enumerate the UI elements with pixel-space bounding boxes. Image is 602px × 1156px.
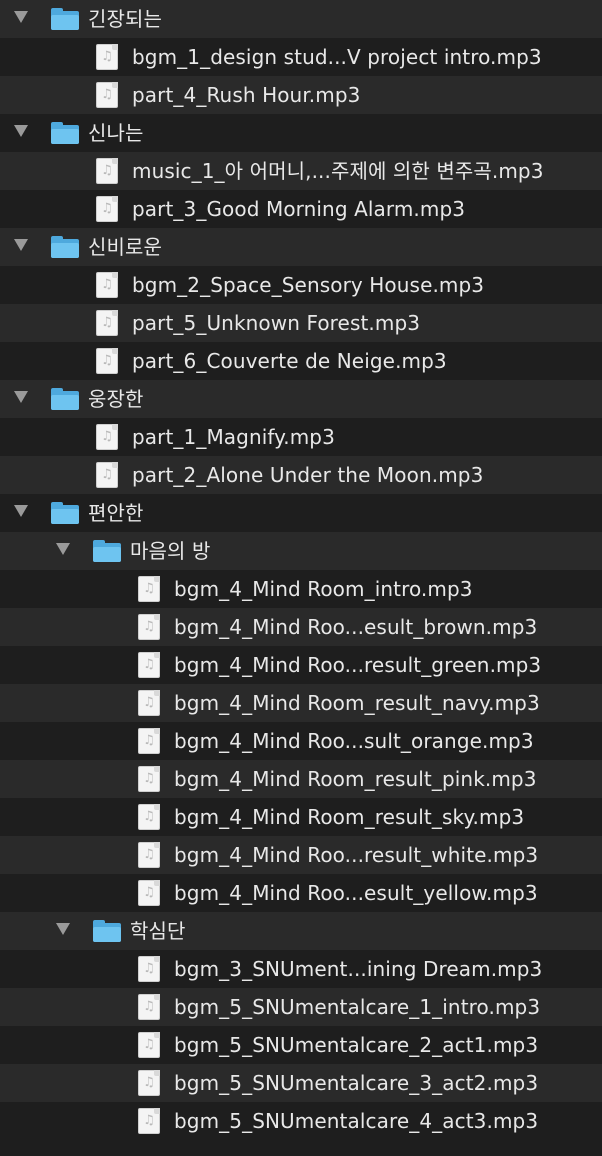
file-row[interactable]: ♫ bgm_5_SNUmentalcare_1_intro.mp3	[0, 988, 602, 1026]
file-name: bgm_4_Mind Room_result_navy.mp3	[174, 691, 540, 715]
folder-icon	[50, 236, 80, 258]
audio-file-icon: ♫	[138, 880, 160, 906]
file-row[interactable]: ♫ part_1_Magnify.mp3	[0, 418, 602, 456]
file-row[interactable]: ♫ bgm_3_SNUment...ining Dream.mp3	[0, 950, 602, 988]
folder-name: 긴장되는	[88, 7, 162, 31]
file-tree: 긴장되는 ♫ bgm_1_design stud...V project intro…	[0, 0, 602, 1140]
file-row[interactable]: ♫ part_2_Alone Under the Moon.mp3	[0, 456, 602, 494]
audio-file-icon: ♫	[96, 310, 118, 336]
file-row[interactable]: ♫ bgm_4_Mind Roo...result_green.mp3	[0, 646, 602, 684]
file-row[interactable]: ♫ part_6_Couverte de Neige.mp3	[0, 342, 602, 380]
file-row[interactable]: ♫ bgm_2_Space_Sensory House.mp3	[0, 266, 602, 304]
disclosure-triangle-icon[interactable]	[14, 505, 28, 517]
file-name: part_6_Couverte de Neige.mp3	[132, 349, 447, 373]
audio-file-icon: ♫	[96, 44, 118, 70]
file-row[interactable]: ♫ bgm_4_Mind Roo...esult_brown.mp3	[0, 608, 602, 646]
file-name: part_1_Magnify.mp3	[132, 425, 335, 449]
file-name: bgm_5_SNUmentalcare_1_intro.mp3	[174, 995, 541, 1019]
audio-file-icon: ♫	[138, 728, 160, 754]
file-name: bgm_2_Space_Sensory House.mp3	[132, 273, 485, 297]
folder-row[interactable]: 신나는	[0, 114, 602, 152]
audio-file-icon: ♫	[138, 614, 160, 640]
file-row[interactable]: ♫ bgm_4_Mind Room_result_navy.mp3	[0, 684, 602, 722]
audio-file-icon: ♫	[96, 82, 118, 108]
file-name: bgm_4_Mind Room_result_sky.mp3	[174, 805, 525, 829]
audio-file-icon: ♫	[138, 956, 160, 982]
disclosure-triangle-icon[interactable]	[14, 391, 28, 403]
disclosure-triangle-icon[interactable]	[56, 923, 70, 935]
file-name: bgm_4_Mind Room_intro.mp3	[174, 577, 473, 601]
audio-file-icon: ♫	[138, 652, 160, 678]
file-row[interactable]: ♫ bgm_1_design stud...V project intro.mp3	[0, 38, 602, 76]
folder-name: 학심단	[130, 919, 186, 943]
file-row[interactable]: ♫ part_5_Unknown Forest.mp3	[0, 304, 602, 342]
file-name: bgm_4_Mind Roo...esult_yellow.mp3	[174, 881, 538, 905]
folder-icon	[50, 388, 80, 410]
file-name: bgm_5_SNUmentalcare_4_act3.mp3	[174, 1109, 539, 1133]
audio-file-icon: ♫	[138, 842, 160, 868]
file-row[interactable]: ♫ bgm_5_SNUmentalcare_2_act1.mp3	[0, 1026, 602, 1064]
file-name: bgm_3_SNUment...ining Dream.mp3	[174, 957, 543, 981]
folder-row[interactable]: 웅장한	[0, 380, 602, 418]
folder-icon	[50, 8, 80, 30]
file-row[interactable]: ♫ part_4_Rush Hour.mp3	[0, 76, 602, 114]
disclosure-triangle-icon[interactable]	[14, 11, 28, 23]
file-row[interactable]: ♫ music_1_아 어머니,...주제에 의한 변주곡.mp3	[0, 152, 602, 190]
folder-row[interactable]: 마음의 방	[0, 532, 602, 570]
audio-file-icon: ♫	[96, 196, 118, 222]
audio-file-icon: ♫	[138, 766, 160, 792]
folder-name: 신나는	[88, 121, 144, 145]
disclosure-triangle-icon[interactable]	[56, 543, 70, 555]
audio-file-icon: ♫	[138, 804, 160, 830]
file-row[interactable]: ♫ bgm_4_Mind Room_result_pink.mp3	[0, 760, 602, 798]
file-name: bgm_5_SNUmentalcare_2_act1.mp3	[174, 1033, 539, 1057]
file-name: part_3_Good Morning Alarm.mp3	[132, 197, 466, 221]
audio-file-icon: ♫	[138, 1070, 160, 1096]
audio-file-icon: ♫	[138, 1108, 160, 1134]
file-row[interactable]: ♫ bgm_4_Mind Roo...sult_orange.mp3	[0, 722, 602, 760]
file-row[interactable]: ♫ bgm_5_SNUmentalcare_3_act2.mp3	[0, 1064, 602, 1102]
file-row[interactable]: ♫ bgm_5_SNUmentalcare_4_act3.mp3	[0, 1102, 602, 1140]
audio-file-icon: ♫	[96, 272, 118, 298]
file-name: bgm_5_SNUmentalcare_3_act2.mp3	[174, 1071, 539, 1095]
audio-file-icon: ♫	[138, 994, 160, 1020]
folder-icon	[50, 502, 80, 524]
file-name: part_5_Unknown Forest.mp3	[132, 311, 421, 335]
file-name: part_2_Alone Under the Moon.mp3	[132, 463, 484, 487]
file-name: bgm_4_Mind Roo...esult_brown.mp3	[174, 615, 538, 639]
folder-name: 신비로운	[88, 235, 162, 259]
file-row[interactable]: ♫ bgm_4_Mind Room_intro.mp3	[0, 570, 602, 608]
file-name: bgm_4_Mind Room_result_pink.mp3	[174, 767, 537, 791]
disclosure-triangle-icon[interactable]	[14, 239, 28, 251]
audio-file-icon: ♫	[138, 690, 160, 716]
audio-file-icon: ♫	[96, 424, 118, 450]
folder-row[interactable]: 신비로운	[0, 228, 602, 266]
folder-row[interactable]: 편안한	[0, 494, 602, 532]
folder-row[interactable]: 학심단	[0, 912, 602, 950]
audio-file-icon: ♫	[138, 1032, 160, 1058]
folder-icon	[50, 122, 80, 144]
audio-file-icon: ♫	[96, 158, 118, 184]
file-name: bgm_4_Mind Roo...sult_orange.mp3	[174, 729, 534, 753]
file-name: bgm_4_Mind Roo...result_white.mp3	[174, 843, 539, 867]
audio-file-icon: ♫	[96, 348, 118, 374]
file-row[interactable]: ♫ part_3_Good Morning Alarm.mp3	[0, 190, 602, 228]
file-row[interactable]: ♫ bgm_4_Mind Roo...result_white.mp3	[0, 836, 602, 874]
file-name: bgm_1_design stud...V project intro.mp3	[132, 45, 542, 69]
folder-name: 웅장한	[88, 387, 144, 411]
file-name: music_1_아 어머니,...주제에 의한 변주곡.mp3	[132, 159, 544, 183]
audio-file-icon: ♫	[96, 462, 118, 488]
file-row[interactable]: ♫ bgm_4_Mind Room_result_sky.mp3	[0, 798, 602, 836]
file-row[interactable]: ♫ bgm_4_Mind Roo...esult_yellow.mp3	[0, 874, 602, 912]
folder-icon	[92, 920, 122, 942]
folder-icon	[92, 540, 122, 562]
file-name: bgm_4_Mind Roo...result_green.mp3	[174, 653, 542, 677]
folder-name: 마음의 방	[130, 539, 211, 563]
audio-file-icon: ♫	[138, 576, 160, 602]
folder-name: 편안한	[88, 501, 144, 525]
file-name: part_4_Rush Hour.mp3	[132, 83, 361, 107]
disclosure-triangle-icon[interactable]	[14, 125, 28, 137]
folder-row[interactable]: 긴장되는	[0, 0, 602, 38]
